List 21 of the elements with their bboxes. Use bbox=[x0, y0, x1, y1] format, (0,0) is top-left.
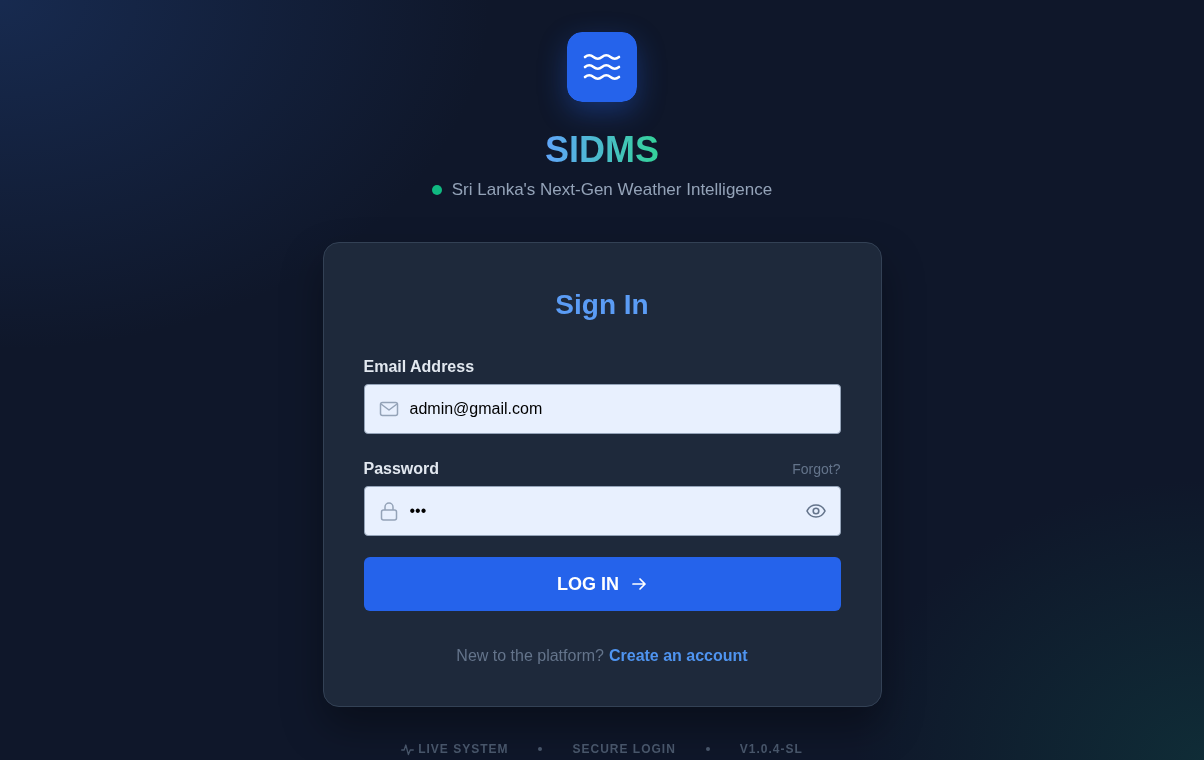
separator-dot-icon bbox=[705, 747, 710, 751]
arrow-right-icon bbox=[631, 576, 647, 592]
field-label: Password bbox=[363, 460, 440, 478]
tagline: Sri Lanka's Next-Gen Weather Intelligence bbox=[451, 179, 773, 201]
password-field[interactable]: ••• bbox=[363, 486, 841, 536]
forgot-link[interactable]: Forgot? bbox=[792, 461, 841, 477]
footer-label: SECURE LOGIN bbox=[572, 741, 676, 757]
separator-dot-icon bbox=[538, 747, 543, 751]
field-label: Email Address bbox=[363, 358, 475, 376]
login-button[interactable]: LOG IN bbox=[363, 557, 841, 611]
waves-logo-icon bbox=[567, 32, 637, 102]
email-field[interactable]: admin@gmail.com bbox=[363, 384, 841, 434]
eye-icon[interactable] bbox=[805, 501, 826, 521]
footer-label: LIVE SYSTEM bbox=[418, 741, 509, 757]
card-title: Sign In bbox=[555, 288, 649, 322]
mail-icon bbox=[378, 399, 399, 419]
create-account-link[interactable]: Create an account bbox=[608, 645, 748, 667]
signup-prompt: New to the platform? bbox=[456, 646, 604, 666]
footer-label: V1.0.4-SL bbox=[739, 741, 803, 757]
lock-icon bbox=[378, 501, 399, 521]
pulse-icon bbox=[401, 742, 415, 756]
